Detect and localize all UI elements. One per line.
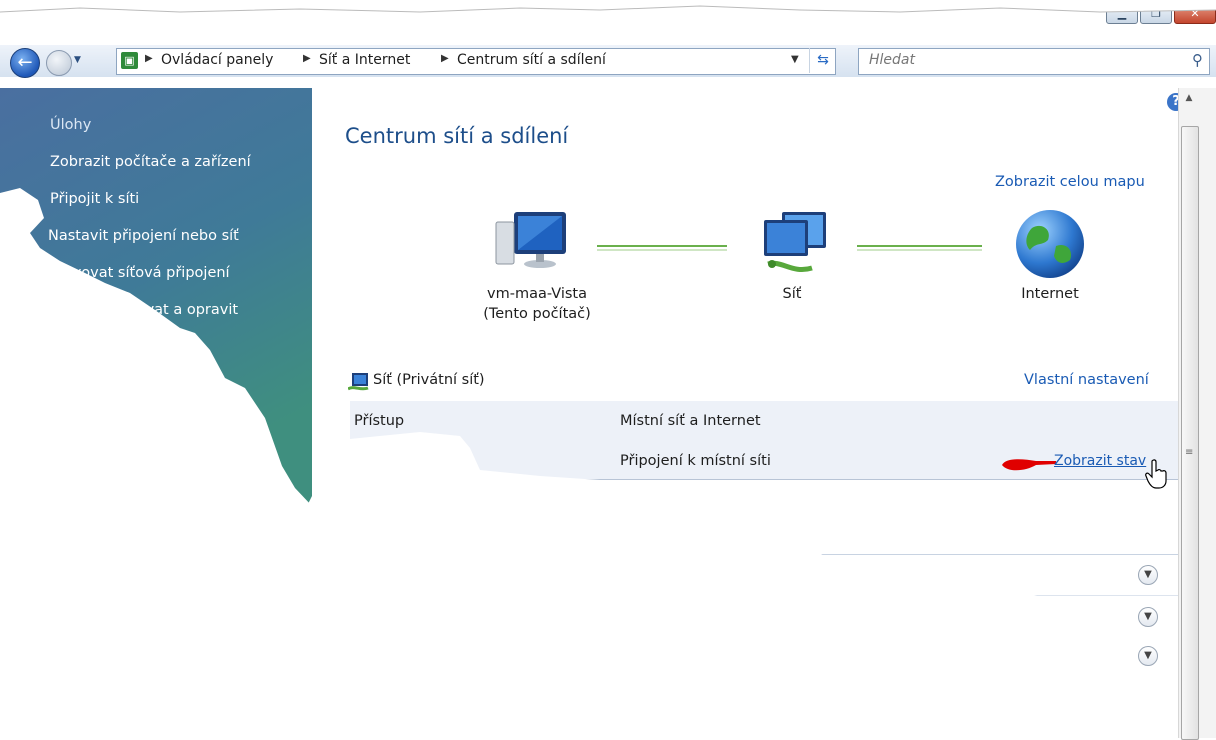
network-section-header: Síť (Privátní síť) [373,372,485,388]
status-on-icon [624,569,635,580]
sharing-value-1: Zapnuto [642,564,703,580]
chevron-down-icon[interactable]: ▼ [1138,646,1158,666]
search-input[interactable]: Hledat ⚲ [858,48,1210,75]
search-icon[interactable]: ⚲ [1192,51,1203,69]
control-panel-icon: ▣ [121,52,138,69]
breadcrumb-network-center[interactable]: Centrum sítí a sdílení [457,52,606,68]
customize-link[interactable]: Vlastní nastavení [1024,372,1149,388]
navigation-bar: ← ▼ ▣ ▶ Ovládací panely ▶ Síť a Internet… [0,45,1216,78]
page-title: Centrum sítí a sdílení [345,124,569,148]
sidebar-background [0,88,312,506]
chevron-right-icon[interactable]: ▶ [303,53,311,64]
refresh-icon[interactable]: ⇆ [809,48,836,73]
node-computer-sub: (Tento počítač) [483,306,591,322]
node-computer-name: vm-maa-Vista [487,286,587,302]
row-divider [612,595,1178,596]
vertical-scrollbar[interactable]: ▲ ≡ [1178,88,1216,740]
address-dropdown-icon[interactable]: ▼ [791,54,799,65]
connection-label: Připojení [354,451,417,467]
sharing-section-title: ...išťování [465,524,536,540]
status-on-icon [624,609,635,620]
chevron-right-icon[interactable]: ▶ [145,53,153,64]
address-bar[interactable]: ▣ ▶ Ovládací panely ▶ Síť a Internet ▶ C… [116,48,836,75]
internet-globe-icon [1016,210,1084,278]
recent-pages-dropdown-icon[interactable]: ▼ [74,55,81,65]
connection-line [857,245,982,247]
scroll-up-icon[interactable]: ▲ [1179,88,1199,108]
chevron-down-icon[interactable]: ▼ [1138,686,1158,706]
breadcrumb-control-panel[interactable]: Ovládací panely [161,52,273,68]
back-button[interactable]: ← [10,48,40,78]
connection-value: Připojení k místní síti [620,453,771,469]
section-divider [350,554,1178,555]
sidebar-item-setup-connection[interactable]: Nastavit připojení nebo síť [48,228,239,244]
maximize-icon[interactable]: ❐ [1140,2,1172,24]
computer-icon [495,212,566,268]
network-header-icon [348,373,369,391]
node-internet: Internet [1021,286,1079,302]
search-placeholder: Hledat [869,52,915,68]
chevron-down-icon[interactable]: ▼ [1138,565,1158,585]
annotation-arrow-icon [1002,459,1056,471]
network-details-table: Přístup Místní síť a Internet Připojení … [350,401,1178,489]
view-status-link[interactable]: Zobrazit stav [1054,453,1146,469]
sidebar-item-diagnose[interactable]: ...kovat a opravit [115,302,238,318]
scroll-thumb[interactable]: ≡ [1181,126,1199,740]
hand-cursor-icon [1145,459,1167,489]
sharing-value-2: Zapnuto [642,604,703,620]
task-sidebar: Úlohy Zobrazit počítače a zařízení Připo… [0,88,312,738]
node-network: Síť [782,286,802,302]
main-content: ? Centrum sítí a sdílení Zobrazit celou … [312,88,1185,738]
view-full-map-link[interactable]: Zobrazit celou mapu [995,174,1145,190]
chevron-right-icon[interactable]: ▶ [441,53,449,64]
sidebar-title: Úlohy [50,117,92,133]
access-label: Přístup [354,413,405,429]
sidebar-item-view-computers[interactable]: Zobrazit počítače a zařízení [50,154,251,170]
access-value: Místní síť a Internet [620,413,761,429]
minimize-icon[interactable]: ▁ [1106,2,1138,24]
sidebar-item-connect[interactable]: Připojit k síti [50,191,139,207]
forward-button[interactable] [46,50,72,76]
chevron-down-icon[interactable]: ▼ [1138,607,1158,627]
window-controls: ▁ ❐ ✕ [1106,2,1216,26]
scroll-grip-icon: ≡ [1185,447,1194,458]
close-icon[interactable]: ✕ [1174,2,1216,24]
breadcrumb-network-internet[interactable]: Síť a Internet [319,52,410,68]
sidebar-item-manage-connections[interactable]: ...avovat síťová připojení [50,265,230,281]
connection-line [597,245,727,247]
network-icon [764,212,826,272]
